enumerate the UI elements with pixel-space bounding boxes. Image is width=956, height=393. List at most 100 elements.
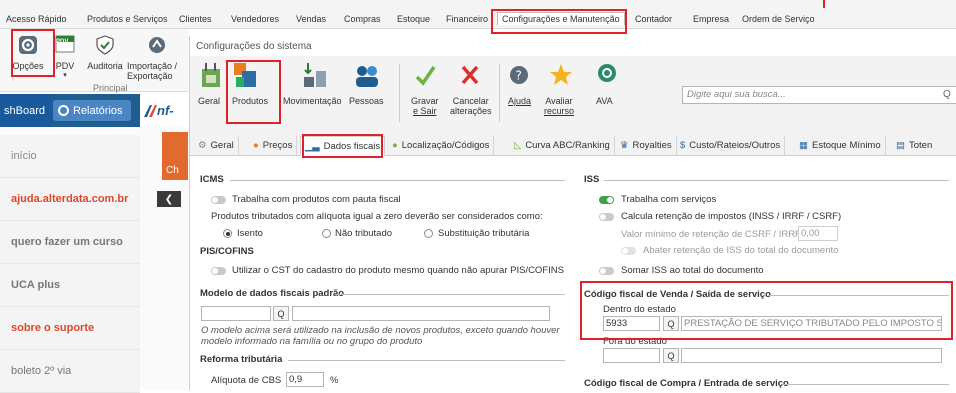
menu-estoque[interactable]: Estoque bbox=[397, 14, 430, 24]
reforma-title: Reforma tributária bbox=[200, 354, 283, 365]
left-nav: início ajuda.alterdata.com.br quero faze… bbox=[0, 127, 188, 393]
menu-configuracoes-manutencao[interactable]: Configurações e Manutenção bbox=[497, 12, 625, 25]
menu-acesso-rapido[interactable]: Acesso Rápido bbox=[6, 14, 67, 24]
tab-custo[interactable]: $ Custo/Rateios/Outros bbox=[676, 136, 786, 155]
report-icon bbox=[58, 105, 69, 116]
nav-suporte[interactable]: sobre o suporte bbox=[0, 307, 140, 350]
search-icon: Q bbox=[667, 350, 675, 361]
dentro-desc-input[interactable]: PRESTAÇÃO DE SERVIÇO TRIBUTADO PELO IMPO… bbox=[681, 316, 942, 331]
search-icon[interactable]: Q bbox=[943, 89, 951, 100]
tab-curva-abc[interactable]: ◺ Curva ABC/Ranking bbox=[510, 136, 615, 155]
modelo-desc-input[interactable] bbox=[292, 306, 550, 321]
pauta-label: Trabalha com produtos com pauta fiscal bbox=[232, 194, 401, 205]
geral-button[interactable]: Geral bbox=[198, 96, 220, 106]
dentro-code-input[interactable]: 5933 bbox=[603, 316, 660, 331]
radio-nao-tributado[interactable] bbox=[322, 229, 331, 238]
search-icon: Q bbox=[667, 318, 675, 329]
fora-desc-input[interactable] bbox=[681, 348, 942, 363]
menu-vendas[interactable]: Vendas bbox=[296, 14, 326, 24]
icms-title: ICMS bbox=[200, 174, 224, 185]
import-export-icon bbox=[149, 37, 165, 53]
radio-isento[interactable] bbox=[223, 229, 232, 238]
abater-toggle[interactable] bbox=[621, 247, 636, 255]
modelo-title: Modelo de dados fiscais padrão bbox=[200, 288, 345, 299]
modelo-code-input[interactable] bbox=[201, 306, 271, 321]
cst-toggle[interactable] bbox=[211, 267, 226, 275]
tab-geral-label: Geral bbox=[210, 140, 234, 151]
auditoria-button[interactable]: Auditoria bbox=[85, 35, 125, 71]
radio-substituicao-label: Substituição tributária bbox=[438, 228, 530, 239]
dentro-search-button[interactable]: Q bbox=[663, 316, 679, 331]
tab-precos[interactable]: ● Preços bbox=[249, 136, 298, 155]
pauta-toggle[interactable] bbox=[211, 196, 226, 204]
menu-compras[interactable]: Compras bbox=[344, 14, 381, 24]
menu-contador[interactable]: Contador bbox=[635, 14, 672, 24]
cancelar-button[interactable]: Cancelar alterações bbox=[450, 96, 492, 116]
pessoas-icon bbox=[354, 61, 380, 91]
star-icon bbox=[548, 61, 574, 91]
fora-search-button[interactable]: Q bbox=[663, 348, 679, 363]
ava-button[interactable]: AVA bbox=[596, 96, 613, 106]
tab-estoque-minimo[interactable]: ▦ Estoque Mínimo bbox=[795, 136, 886, 155]
auditoria-label: Auditoria bbox=[87, 61, 123, 71]
divider bbox=[768, 295, 949, 296]
movimentacao-button[interactable]: Movimentação bbox=[283, 96, 342, 106]
tab-localizacao[interactable]: ● Localização/Códigos bbox=[388, 136, 495, 155]
chevron-down-icon: ▾ bbox=[63, 72, 67, 79]
radio-substituicao[interactable] bbox=[424, 229, 433, 238]
menu-empresa[interactable]: Empresa bbox=[693, 14, 729, 24]
pdv-button[interactable]: PDV PDV ▾ bbox=[53, 35, 77, 81]
divider bbox=[230, 180, 565, 181]
tab-bar: ⚙ Geral ● Preços ▁▃ Dados fiscais ● Localiza… bbox=[190, 134, 956, 156]
toolbar-divider bbox=[399, 64, 400, 122]
modelo-search-button[interactable]: Q bbox=[273, 306, 289, 321]
gravar-button[interactable]: Gravar e Sair bbox=[411, 96, 439, 116]
retencao-toggle[interactable] bbox=[599, 213, 614, 221]
ajuda-button[interactable]: Ajuda bbox=[508, 96, 531, 106]
nav-curso[interactable]: quero fazer um curso bbox=[0, 221, 140, 264]
dentro-estado-label: Dentro do estado bbox=[603, 304, 676, 315]
importacao-label: Importação / bbox=[127, 61, 178, 71]
nav-ajuda[interactable]: ajuda.alterdata.com.br bbox=[0, 178, 140, 221]
produtos-button[interactable]: Produtos bbox=[232, 96, 268, 106]
menu-clientes[interactable]: Clientes bbox=[179, 14, 212, 24]
valor-min-input[interactable]: 0,00 bbox=[798, 226, 838, 241]
servicos-toggle[interactable] bbox=[599, 196, 614, 204]
relatorios-tab[interactable]: Relatórios bbox=[53, 100, 131, 121]
divider bbox=[335, 294, 565, 295]
orange-panel[interactable]: Ch bbox=[162, 132, 188, 180]
somar-toggle[interactable] bbox=[599, 267, 614, 275]
menu-vendedores[interactable]: Vendedores bbox=[231, 14, 279, 24]
geral-icon bbox=[200, 61, 222, 91]
tab-dados-fiscais[interactable]: ▁▃ Dados fiscais bbox=[300, 136, 386, 156]
tab-royalties[interactable]: ♛ Royalties bbox=[616, 136, 677, 155]
radio-nao-tributado-label: Não tributado bbox=[335, 228, 393, 239]
tab-precos-label: Preços bbox=[262, 140, 293, 151]
fora-estado-label: Fora do estado bbox=[603, 336, 667, 347]
toolbar-divider bbox=[499, 64, 500, 122]
servicos-label: Trabalha com serviços bbox=[621, 194, 717, 205]
menu-produtos-servicos[interactable]: Produtos e Serviços bbox=[87, 14, 168, 24]
menu-ordem-servico[interactable]: Ordem de Serviço bbox=[742, 14, 815, 24]
brand-logo: nf- bbox=[140, 94, 188, 127]
avaliar-button[interactable]: Avaliar recurso bbox=[544, 96, 574, 116]
tab-dados-fiscais-label: Dados fiscais bbox=[323, 140, 381, 152]
crown-icon: ♛ bbox=[620, 140, 629, 151]
nav-uca-plus[interactable]: UCA plus bbox=[0, 264, 140, 307]
collapse-arrow-icon[interactable]: ❮ bbox=[157, 191, 181, 207]
search-input[interactable]: Digite aqui sua busca... bbox=[682, 86, 956, 104]
opcoes-button[interactable]: Opções bbox=[12, 35, 44, 71]
tab-custo-label: Custo/Rateios/Outros bbox=[689, 140, 781, 151]
tab-geral[interactable]: ⚙ Geral bbox=[194, 136, 239, 155]
cbs-input[interactable]: 0,9 bbox=[286, 372, 324, 387]
nav-inicio[interactable]: início bbox=[0, 135, 140, 178]
menu-financeiro[interactable]: Financeiro bbox=[446, 14, 488, 24]
dialog-title: Configurações do sistema bbox=[196, 41, 312, 52]
divider bbox=[604, 180, 949, 181]
importacao-button[interactable]: Importação / Exportação bbox=[127, 35, 187, 81]
nav-boleto[interactable]: boleto 2º via bbox=[0, 350, 140, 393]
tab-toten[interactable]: ▤ Toten bbox=[892, 136, 936, 155]
dashboard-tab[interactable]: shBoard bbox=[0, 94, 51, 127]
fora-code-input[interactable] bbox=[603, 348, 660, 363]
pessoas-button[interactable]: Pessoas bbox=[349, 96, 384, 106]
